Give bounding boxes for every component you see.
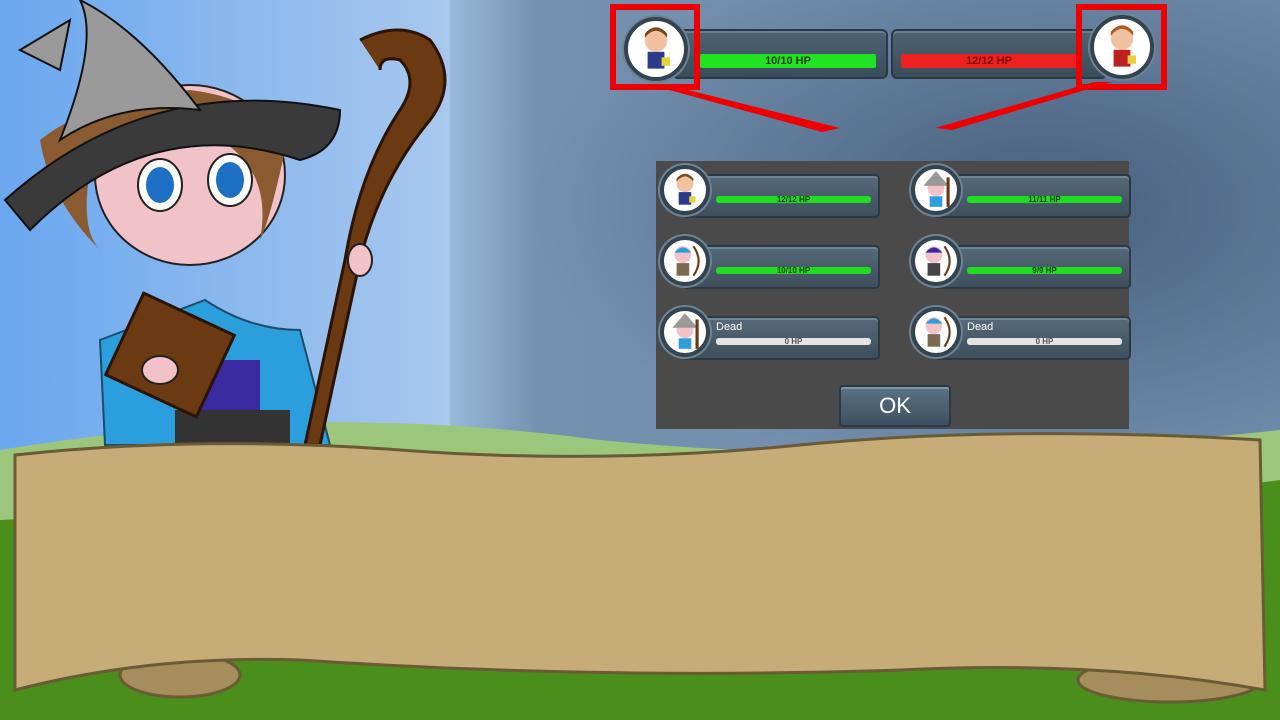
gray-wizard-icon xyxy=(923,171,950,207)
party-member-3: 10/10 HP xyxy=(658,234,880,289)
enemy-hp-bar: 12/12 HP xyxy=(901,54,1077,68)
party-member-status: Dead xyxy=(716,321,743,333)
party-member-portrait xyxy=(660,307,710,357)
party-member-hp-bar: 0 HP xyxy=(967,338,1122,346)
party-member-hp-bar: 11/11 HP xyxy=(967,196,1122,204)
party-member-2: 11/11 HP xyxy=(909,163,1131,218)
enemy-highlight-box xyxy=(1076,4,1167,90)
party-member-4: 9/9 HP xyxy=(909,234,1131,289)
party-member-portrait xyxy=(911,236,961,286)
player-highlight-box xyxy=(610,4,700,90)
party-member-portrait xyxy=(911,165,961,215)
party-member-hp-bar: 0 HP xyxy=(716,338,871,346)
party-member-portrait xyxy=(660,236,710,286)
brown-hair-warrior-icon xyxy=(676,173,696,205)
purple-archer-icon xyxy=(925,245,951,277)
party-member-status: Dead xyxy=(967,321,994,333)
party-member-portrait xyxy=(660,165,710,215)
blue-archer-icon xyxy=(674,245,700,277)
parchment-scroll xyxy=(13,432,1267,704)
blue-archer-icon xyxy=(925,316,951,348)
party-member-hp-bar: 9/9 HP xyxy=(967,267,1122,275)
party-member-1: 12/12 HP xyxy=(658,163,880,218)
party-member-portrait xyxy=(911,307,961,357)
gray-wizard-icon xyxy=(672,313,699,349)
party-member-hp-bar: 10/10 HP xyxy=(716,267,871,275)
party-member-hp-bar: 12/12 HP xyxy=(716,196,871,204)
player-hp-bar: 10/10 HP xyxy=(700,54,876,68)
party-member-6: Dead 0 HP xyxy=(909,305,1131,360)
party-member-5: Dead 0 HP xyxy=(658,305,880,360)
ok-button[interactable]: OK xyxy=(839,385,951,427)
